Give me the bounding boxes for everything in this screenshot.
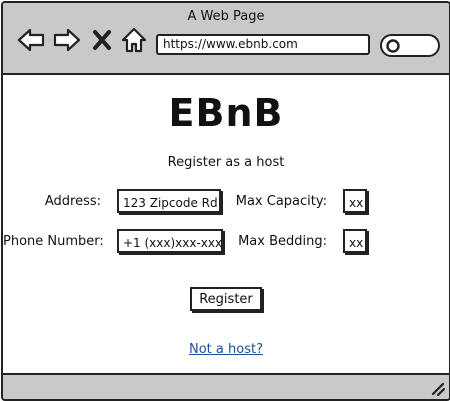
not-a-host-link-text[interactable]: Not a host? (189, 342, 263, 357)
close-icon[interactable] (91, 26, 113, 54)
site-logo: EBnB (168, 91, 284, 135)
page-subtitle: Register as a host (167, 155, 285, 170)
address-input[interactable]: 123 Zipcode Rd (117, 189, 221, 213)
forward-arrow-icon[interactable] (53, 26, 81, 54)
address-bar[interactable]: https://www.ebnb.com (156, 34, 370, 55)
register-button[interactable]: Register (190, 287, 262, 311)
max-bedding-label: Max Bedding: (238, 234, 327, 249)
phone-label: Phone Number: (3, 234, 104, 249)
address-label: Address: (44, 194, 101, 209)
back-arrow-icon[interactable] (17, 26, 45, 54)
max-capacity-label: Max Capacity: (235, 194, 327, 209)
max-bedding-input[interactable]: xx (343, 229, 367, 253)
max-capacity-input[interactable]: xx (343, 189, 367, 213)
search-icon (386, 39, 400, 53)
resize-grip-icon[interactable] (429, 380, 445, 396)
not-a-host-link: Not a host? (3, 342, 449, 357)
browser-window: A Web Page https://www.ebnb.com EBnB Reg… (1, 1, 450, 401)
home-icon[interactable] (120, 26, 148, 54)
phone-input[interactable]: +1 (xxx)xxx-xxxx (117, 229, 223, 253)
search-field[interactable] (380, 34, 440, 57)
status-bar (3, 373, 449, 399)
window-title: A Web Page (187, 9, 265, 24)
browser-toolbar: A Web Page https://www.ebnb.com (3, 3, 449, 75)
